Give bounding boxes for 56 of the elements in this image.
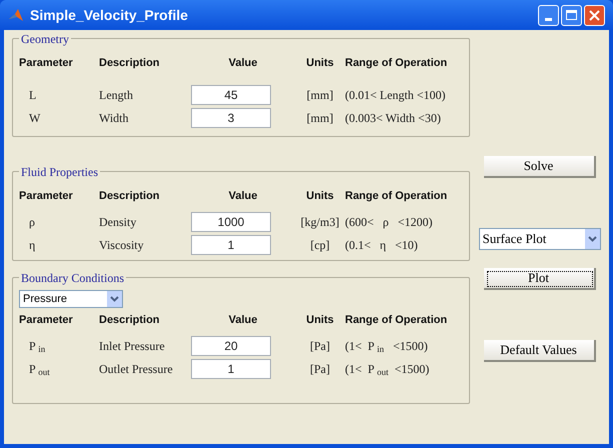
units-label: [mm] <box>306 110 334 127</box>
close-button[interactable] <box>584 4 605 26</box>
column-header: Value <box>228 56 258 71</box>
units-label: [mm] <box>306 87 334 104</box>
parameter-description: Length <box>99 87 134 104</box>
action-button[interactable]: Solve <box>484 156 596 178</box>
parameter-description: Width <box>99 110 130 127</box>
units-label: [kg/m3] <box>300 214 340 230</box>
column-header: Units <box>306 313 334 328</box>
value-field[interactable]: 1000 <box>191 212 271 232</box>
column-header: Value <box>228 188 258 204</box>
column-header: Parameter <box>19 313 73 328</box>
parameter-symbol: W <box>28 110 42 127</box>
column-header: Parameter <box>19 188 73 204</box>
column-header: Description <box>99 313 160 328</box>
parameter-symbol: P $_{in}$ <box>28 338 46 355</box>
parameter-description: Inlet Pressure <box>99 338 166 355</box>
column-header: Range of Operation <box>345 56 448 71</box>
close-icon <box>589 10 600 20</box>
condition-dropdown[interactable]: Pressure <box>19 290 123 308</box>
range-label: (0.1< η <10) <box>345 236 419 254</box>
value-field[interactable]: 1 <box>191 359 271 379</box>
plot-type-dropdown[interactable]: Surface Plot <box>478 228 600 250</box>
value-field[interactable]: 1 <box>191 234 271 254</box>
range-label: (600< ρ <1200) <box>345 214 434 230</box>
column-header: Units <box>306 56 334 71</box>
range-label: (1< P $_{in}$ <1500) <box>345 338 429 355</box>
range-label: (0.01< Length <100) <box>345 87 447 104</box>
column-header: Parameter <box>19 56 73 71</box>
units-label: [Pa] <box>310 361 330 378</box>
parameter-symbol: P $_{out}$ <box>28 361 51 378</box>
parameter-symbol: L <box>28 87 38 104</box>
action-button[interactable]: Plot <box>484 268 596 290</box>
value-field[interactable]: 20 <box>191 336 271 356</box>
column-header: Value <box>228 313 258 328</box>
value-field[interactable]: 3 <box>191 108 271 128</box>
column-header: Range of Operation <box>345 188 448 204</box>
action-button[interactable]: Default Values <box>484 340 596 362</box>
range-label: (1< P $_{out}$ <1500) <box>345 361 430 378</box>
parameter-description: Viscosity <box>99 236 145 254</box>
column-header: Description <box>99 188 160 204</box>
column-header: Description <box>99 56 160 71</box>
parameter-symbol: η <box>28 236 36 254</box>
minimize-button[interactable] <box>538 4 559 26</box>
app-logo-icon <box>8 7 24 23</box>
parameter-symbol: ρ <box>28 214 36 230</box>
window-title: Simple_Velocity_Profile <box>30 6 188 25</box>
range-label: (0.003< Width <30) <box>345 110 442 127</box>
maximize-button[interactable] <box>561 4 582 26</box>
column-header: Range of Operation <box>345 313 448 328</box>
parameter-description: Density <box>99 214 138 230</box>
units-label: [cp] <box>310 236 330 254</box>
column-header: Units <box>306 188 334 204</box>
value-field[interactable]: 45 <box>191 85 271 105</box>
units-label: [Pa] <box>310 338 330 355</box>
parameter-description: Outlet Pressure <box>99 361 174 378</box>
